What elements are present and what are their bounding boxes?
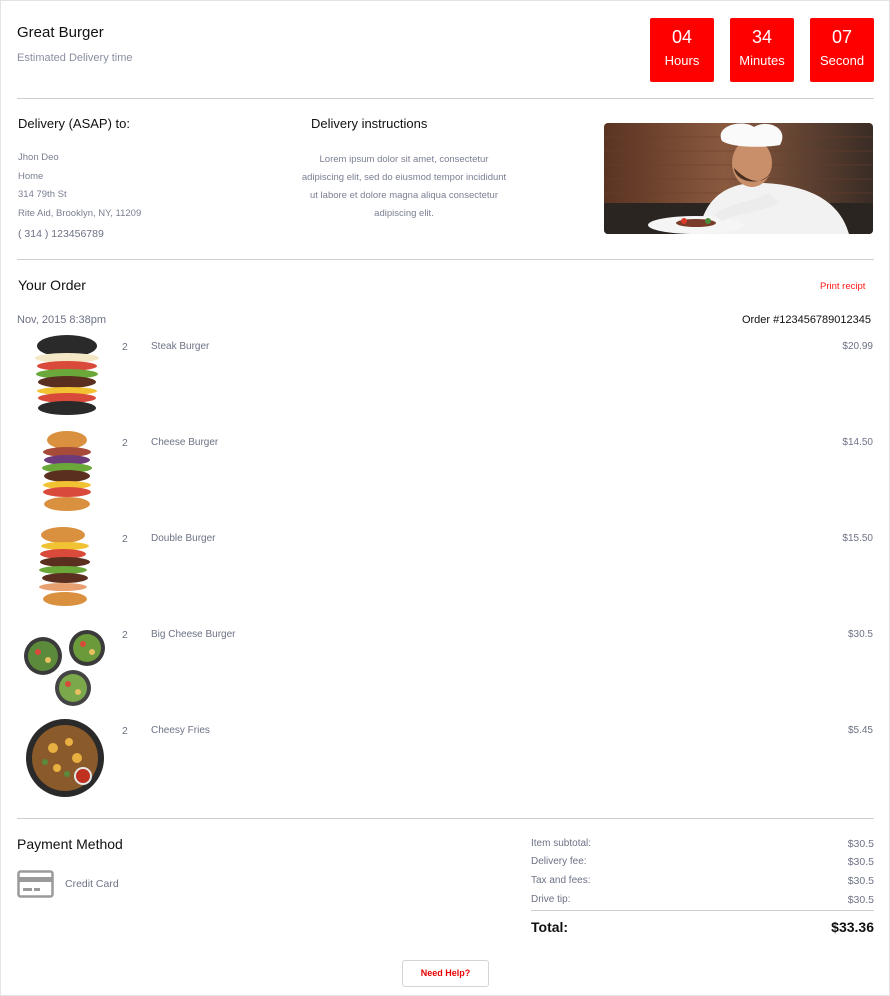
tip-row: Drive tip: $30.5 xyxy=(531,894,874,906)
list-item: 2 Double Burger $15.50 xyxy=(17,526,874,616)
address-place: Home xyxy=(18,171,44,182)
store-name: Great Burger xyxy=(17,24,104,41)
your-order-title: Your Order xyxy=(18,277,86,293)
list-item: 2 Steak Burger $20.99 xyxy=(17,334,874,424)
item-price: $15.50 xyxy=(842,533,873,544)
double-burger-image xyxy=(23,526,107,610)
list-item: 2 Big Cheese Burger $30.5 xyxy=(17,622,874,712)
item-name: Double Burger xyxy=(151,533,216,544)
summary-divider xyxy=(531,910,874,911)
subtotal-row: Item subtotal: $30.5 xyxy=(531,838,874,850)
timer-seconds-value: 07 xyxy=(831,27,853,47)
item-price: $5.45 xyxy=(847,725,873,736)
timer-minutes-value: 34 xyxy=(751,27,773,47)
credit-card-icon xyxy=(17,870,54,898)
print-receipt-link[interactable]: Print recipt xyxy=(820,281,865,292)
address-city: Rite Aid, Brooklyn, NY, 11209 xyxy=(18,208,142,219)
item-price: $20.99 xyxy=(842,341,873,352)
item-quantity: 2 xyxy=(122,341,128,353)
divider xyxy=(17,98,874,99)
item-price: $14.50 xyxy=(842,437,873,448)
timer-hours: 04 Hours xyxy=(650,18,714,82)
item-quantity: 2 xyxy=(122,533,128,545)
divider xyxy=(17,818,874,819)
payment-method-title: Payment Method xyxy=(17,836,123,852)
timer-seconds: 07 Second xyxy=(810,18,874,82)
list-item: 2 Cheese Burger $14.50 xyxy=(17,430,874,520)
timer-hours-value: 04 xyxy=(671,27,693,47)
item-quantity: 2 xyxy=(122,629,128,641)
item-name: Big Cheese Burger xyxy=(151,629,236,640)
item-quantity: 2 xyxy=(122,725,128,737)
tax-label: Tax and fees: xyxy=(531,875,591,886)
timer-hours-unit: Hours xyxy=(664,53,700,68)
total-row: Total: $33.36 xyxy=(531,919,874,935)
instructions-title: Delivery instructions xyxy=(311,116,428,131)
item-name: Cheesy Fries xyxy=(151,725,210,736)
delivery-fee-label: Delivery fee: xyxy=(531,856,587,867)
item-price: $30.5 xyxy=(847,629,873,640)
cheesy-fries-image xyxy=(23,718,107,802)
instructions-text: Lorem ipsum dolor sit amet, consectetur … xyxy=(301,154,507,219)
cheese-burger-image xyxy=(23,430,107,514)
tax-value: $30.5 xyxy=(847,875,874,887)
phone-number: ( 314 ) 123456789 xyxy=(18,228,104,240)
total-value: $33.36 xyxy=(831,919,874,935)
address-street: 314 79th St xyxy=(18,189,67,200)
steak-burger-image xyxy=(23,334,107,418)
timer-seconds-unit: Second xyxy=(819,53,865,68)
item-name: Cheese Burger xyxy=(151,437,219,448)
order-tracking-card: Great Burger Estimated Delivery time 04 … xyxy=(0,0,890,996)
list-item: 2 Cheesy Fries $5.45 xyxy=(17,718,874,808)
item-quantity: 2 xyxy=(122,437,128,449)
timer-minutes: 34 Minutes xyxy=(730,18,794,82)
order-number: Order #123456789012345 xyxy=(741,314,871,326)
total-label: Total: xyxy=(531,919,569,935)
estimated-delivery-label: Estimated Delivery time xyxy=(17,52,133,64)
chef-photo xyxy=(604,123,873,234)
tax-row: Tax and fees: $30.5 xyxy=(531,875,874,887)
tip-value: $30.5 xyxy=(847,894,874,906)
item-name: Steak Burger xyxy=(151,341,210,352)
order-date: Nov, 2015 8:38pm xyxy=(17,314,107,326)
divider xyxy=(17,259,874,260)
payment-method-label: Credit Card xyxy=(65,878,119,890)
need-help-button[interactable]: Need Help? xyxy=(402,960,489,987)
delivery-fee-value: $30.5 xyxy=(847,856,874,868)
timer-minutes-unit: Minutes xyxy=(739,53,785,68)
subtotal-value: $30.5 xyxy=(847,838,874,850)
subtotal-label: Item subtotal: xyxy=(531,838,592,849)
salad-bowls-image xyxy=(23,622,107,706)
delivery-fee-row: Delivery fee: $30.5 xyxy=(531,856,874,868)
recipient-name: Jhon Deo xyxy=(18,152,59,163)
delivery-title: Delivery (ASAP) to: xyxy=(18,116,130,131)
tip-label: Drive tip: xyxy=(531,894,571,905)
